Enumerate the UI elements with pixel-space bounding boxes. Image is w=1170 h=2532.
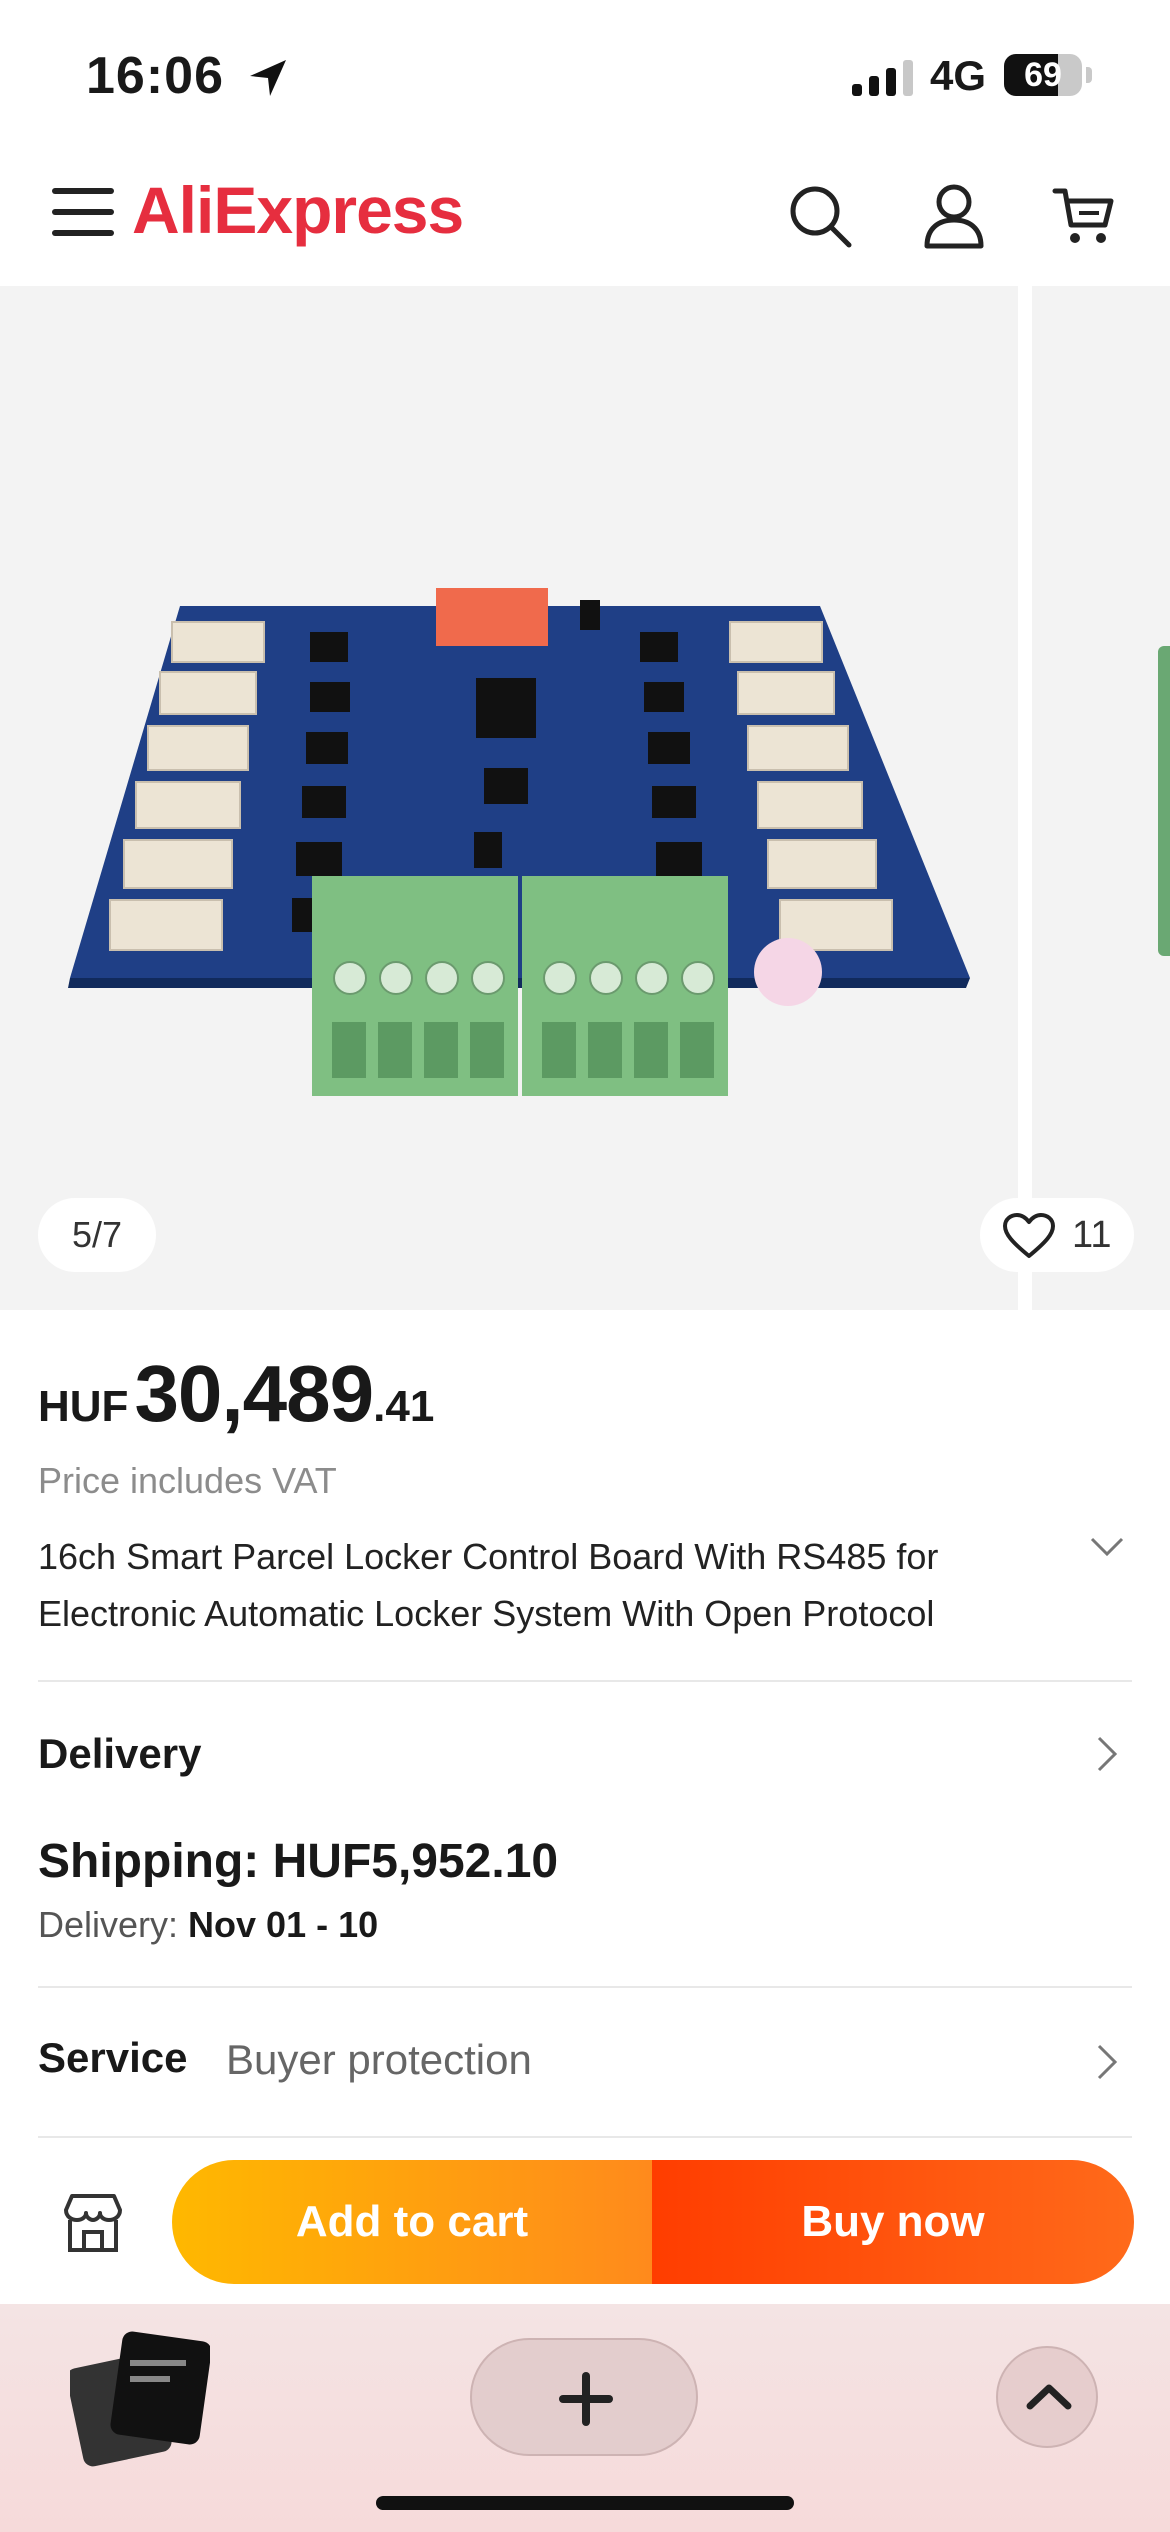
delivery-estimate-label: Delivery: — [38, 1904, 189, 1945]
chevron-down-icon[interactable] — [1090, 1536, 1124, 1563]
chevron-right-icon[interactable] — [1096, 1736, 1118, 1777]
battery-icon: 69 — [1004, 54, 1082, 96]
product-gallery[interactable]: 5/7 11 — [0, 286, 1170, 1310]
search-icon[interactable] — [780, 176, 860, 256]
cart-icon[interactable] — [1044, 176, 1124, 256]
new-tab-button[interactable] — [470, 2338, 698, 2456]
circuit-board-image — [68, 588, 970, 1096]
delivery-dates: Nov 01 - 10 — [188, 1904, 379, 1945]
service-value[interactable]: Buyer protection — [226, 2036, 532, 2084]
chevron-up-icon — [1026, 2384, 1072, 2410]
service-label[interactable]: Service — [38, 2034, 187, 2082]
account-icon[interactable] — [914, 176, 994, 256]
app-header: AliExpress — [0, 150, 1170, 286]
plus-icon — [559, 2372, 613, 2426]
store-icon[interactable] — [58, 2188, 128, 2258]
wishlist-button[interactable]: 11 — [980, 1198, 1134, 1272]
battery-cap — [1086, 67, 1092, 83]
vat-note: Price includes VAT — [38, 1460, 337, 1501]
price-integer: 30,489 — [134, 1349, 374, 1438]
heart-icon — [1003, 1213, 1055, 1258]
product-image[interactable] — [0, 286, 1018, 1310]
wishlist-count: 11 — [1072, 1214, 1112, 1256]
divider — [38, 1680, 1132, 1682]
price-decimal: .41 — [373, 1382, 435, 1431]
cellular-signal-icon — [852, 60, 913, 96]
tabs-overview-icon[interactable] — [66, 2330, 212, 2470]
add-to-cart-button[interactable]: Add to cart — [172, 2160, 652, 2284]
chevron-right-icon[interactable] — [1096, 2044, 1118, 2085]
next-slide-peek[interactable] — [1032, 286, 1170, 1310]
price: HUF 30,489 .41 — [38, 1348, 434, 1440]
price-currency: HUF — [38, 1382, 129, 1431]
scroll-top-button[interactable] — [996, 2346, 1098, 2448]
image-pager: 5/7 — [38, 1198, 156, 1272]
menu-icon[interactable] — [52, 186, 114, 238]
aliexpress-logo[interactable]: AliExpress — [132, 172, 464, 248]
product-title[interactable]: 16ch Smart Parcel Locker Control Board W… — [38, 1528, 1038, 1642]
network-type: 4G — [930, 52, 987, 99]
delivery-label[interactable]: Delivery — [38, 1730, 201, 1778]
shipping-cost: Shipping: HUF5,952.10 — [38, 1835, 559, 1888]
status-time: 16:06 — [86, 47, 224, 105]
delivery-estimate: Delivery: Nov 01 - 10 — [38, 1904, 378, 1946]
divider — [38, 2136, 1132, 2138]
battery-level: 69 — [1024, 56, 1062, 94]
buy-now-button[interactable]: Buy now — [652, 2160, 1134, 2284]
browser-toolbar — [0, 2304, 1170, 2532]
location-arrow-icon — [246, 56, 290, 105]
home-indicator[interactable] — [376, 2496, 794, 2510]
slide-gap — [1018, 286, 1032, 1310]
divider — [38, 1986, 1132, 1988]
action-bar: Add to cart Buy now — [0, 2140, 1170, 2304]
status-bar: 16:06 4G 69 — [0, 0, 1170, 150]
